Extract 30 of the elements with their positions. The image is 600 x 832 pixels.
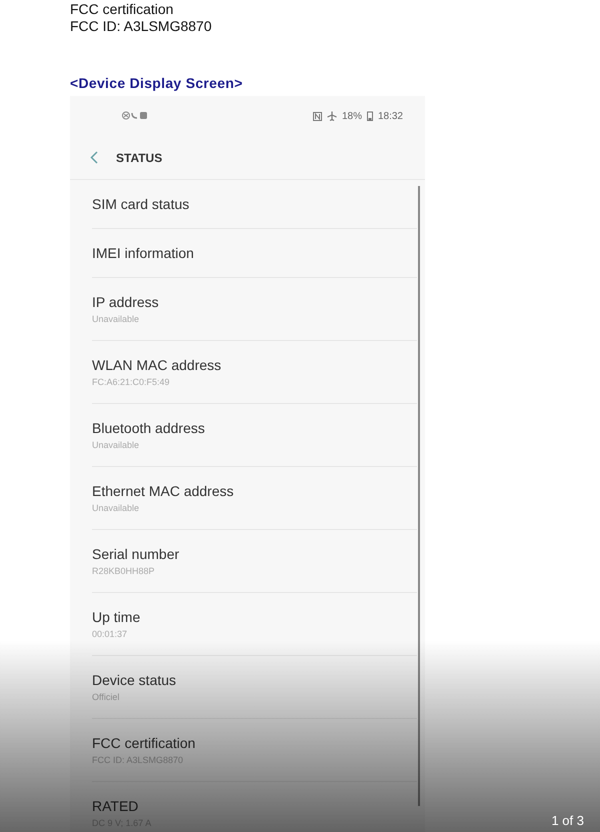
screen-title: STATUS	[116, 150, 162, 164]
setting-title[interactable]: Bluetooth address	[92, 420, 417, 436]
setting-title[interactable]: IP address	[92, 294, 417, 310]
setting-value: FC:A6:21:C0:F5:49	[92, 376, 171, 388]
setting-value: Unavailable	[92, 502, 140, 514]
page-counter: 1 of 3	[551, 813, 584, 828]
setting-value: 00:01:37	[92, 628, 128, 640]
setting-title[interactable]: FCC certification	[92, 734, 417, 752]
setting-title[interactable]: Ethernet MAC address	[92, 482, 417, 500]
clock-time: 18:32	[378, 110, 403, 122]
document-text: FCC ID: A3LSMG8870	[70, 18, 213, 35]
status-icons	[122, 111, 148, 120]
battery-percent: 18%	[342, 110, 362, 122]
setting-title[interactable]: IMEI information	[92, 244, 417, 262]
setting-title[interactable]: SIM card status	[92, 196, 417, 212]
setting-title[interactable]: Serial number	[92, 546, 417, 562]
setting-title[interactable]: WLAN MAC address	[92, 356, 417, 374]
setting-value: Officiel	[92, 690, 120, 702]
section-heading: <Device Display Screen>	[70, 75, 244, 91]
setting-title[interactable]: Device status	[92, 672, 417, 688]
setting-title[interactable]: Up time	[92, 608, 417, 626]
nfc-icon	[312, 112, 322, 120]
airplane-icon	[326, 111, 337, 121]
setting-title[interactable]: RATED	[92, 798, 417, 814]
setting-value: R28KB0HH88P	[92, 564, 156, 576]
battery-icon	[366, 111, 373, 121]
document-text: FCC certification	[70, 1, 174, 18]
setting-value: Unavailable	[92, 438, 140, 450]
setting-value: Unavailable	[92, 312, 140, 324]
back-icon[interactable]	[90, 151, 98, 164]
